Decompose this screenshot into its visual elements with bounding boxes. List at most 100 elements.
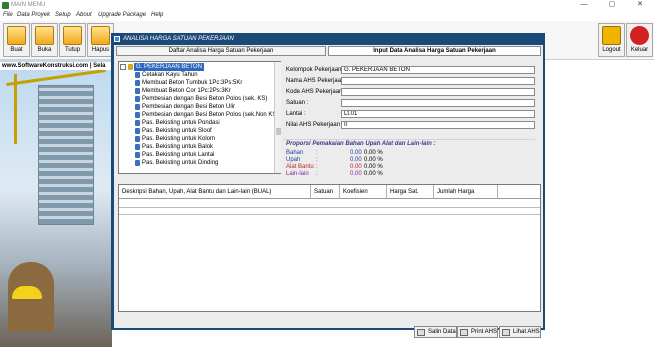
table-row[interactable] <box>119 207 540 215</box>
item-icon <box>135 112 140 118</box>
app-title-bar: MAIN MENU — ▢ ✕ <box>0 0 654 11</box>
tree-item-label: Membuat Beton Tumbuk 1Pc:3Ps:5Kr <box>142 80 243 86</box>
menu-upgrade-package[interactable]: Upgrade Package <box>98 12 146 18</box>
proporsi-label: Upah <box>286 157 301 163</box>
tutup-button[interactable]: Tutup <box>59 23 86 57</box>
logout-button[interactable]: Logout <box>598 23 625 57</box>
tree-item-label: Pas. Bekisting untuk Lantai <box>142 152 215 158</box>
tree-root-label: G. PEKERJAAN BETON <box>134 63 204 71</box>
bual-grid[interactable]: Deskripsi Bahan, Upah, Alat Bantu dan La… <box>118 184 541 312</box>
kelompok-field[interactable]: G. PEKERJAAN BETON <box>341 66 535 74</box>
tree-item-label: Pas. Bekisting untuk Dinding <box>142 160 219 166</box>
item-icon <box>135 80 140 86</box>
restore-button[interactable]: ▢ <box>598 0 626 11</box>
col-deskripsi[interactable]: Deskripsi Bahan, Upah, Alat Bantu dan La… <box>119 185 311 199</box>
tree-item-label: Pas. Bekisting untuk Balok <box>142 144 214 150</box>
nilai-ahs-field: 0 <box>341 121 535 129</box>
proporsi-value: 0.00 <box>350 150 362 156</box>
website-banner: www.SoftwareKonstruksi.com | Sela <box>0 62 112 70</box>
col-satuan[interactable]: Satuan <box>311 185 340 199</box>
menu-help[interactable]: Help <box>151 12 163 18</box>
salin-data-button[interactable]: Salin Data <box>414 326 457 338</box>
tree-item-label: Pas. Bekisting untuk Sloof <box>142 128 212 134</box>
key-icon <box>602 26 621 45</box>
collapse-toggle-icon[interactable] <box>120 64 126 70</box>
kode-ahs-field[interactable] <box>341 88 535 96</box>
hapus-button[interactable]: Hapus <box>87 23 114 57</box>
ahs-tree[interactable]: G. PEKERJAAN BETON Cetakan Kayu Tahun Mem… <box>118 61 281 174</box>
menu-file[interactable]: File <box>3 12 13 18</box>
website-url: www.SoftwareKonstruksi.com <box>2 63 89 69</box>
tutup-label: Tutup <box>64 47 81 53</box>
salin-data-label: Salin Data <box>428 329 456 335</box>
lihat-ahs-button[interactable]: Lihat AHS <box>499 326 541 338</box>
item-icon <box>135 88 140 94</box>
buat-label: Buat <box>10 47 23 53</box>
printer-icon <box>460 329 468 336</box>
new-folder-icon <box>7 26 26 45</box>
lantai-field[interactable]: Lt.01 <box>341 110 535 118</box>
item-icon <box>135 152 140 158</box>
open-folder-icon <box>35 26 54 45</box>
tree-item-label: Pembesian dengan Besi Beton Ulir <box>142 104 236 110</box>
satuan-field[interactable] <box>341 99 535 107</box>
print-ahs-button[interactable]: Print AHS <box>457 326 499 338</box>
hapus-label: Hapus <box>91 47 110 53</box>
item-icon <box>135 104 140 110</box>
menu-setup[interactable]: Setup <box>55 12 71 18</box>
item-icon <box>135 136 140 142</box>
buat-button[interactable]: Buat <box>3 23 30 57</box>
proporsi-percent: 0.00 % <box>364 157 383 163</box>
grid-header: Deskripsi Bahan, Upah, Alat Bantu dan La… <box>119 185 540 199</box>
menu-data-proyek[interactable]: Data Proyek <box>17 12 50 18</box>
analisa-dialog: ANALISA HARGA SATUAN PEKERJAAN Daftar An… <box>111 33 545 338</box>
col-jumlah-harga[interactable]: Jumlah Harga <box>434 185 498 199</box>
proporsi-percent: 0.00 % <box>364 171 383 177</box>
crane-mast-shape <box>14 74 17 144</box>
tree-item-label: Pas. Bekisting untuk Pondasi <box>142 120 220 126</box>
proporsi-label: Lain-lain <box>286 171 309 177</box>
tree-scroll-thumb[interactable] <box>276 128 281 135</box>
close-folder-icon <box>63 26 82 45</box>
proporsi-value: 0.00 <box>350 171 362 177</box>
item-icon <box>135 160 140 166</box>
proporsi-separator: : <box>316 164 318 170</box>
nama-ahs-label: Nama AHS Pekerjaan : <box>286 78 348 84</box>
folder-icon <box>128 64 133 70</box>
app-title: MAIN MENU <box>11 2 46 8</box>
tab-daftar-analisa[interactable]: Daftar Analisa Harga Satuan Pekerjaan <box>116 46 326 56</box>
minimize-button[interactable]: — <box>570 0 598 11</box>
logout-label: Logout <box>602 47 621 53</box>
col-koefisien[interactable]: Koefisien <box>340 185 387 199</box>
col-harga-sat[interactable]: Harga Sat. <box>387 185 434 199</box>
buka-label: Buka <box>37 47 52 53</box>
building-shape <box>38 85 94 225</box>
close-window-button[interactable]: ✕ <box>626 0 654 11</box>
item-icon <box>135 96 140 102</box>
tab-input-data[interactable]: Input Data Analisa Harga Satuan Pekerjaa… <box>328 46 541 56</box>
tree-item-label: Membuat Beton Cor 1Pc:2Ps:3Kr <box>142 88 231 94</box>
kelompok-label: Kelompok Pekerjaan : <box>286 67 345 73</box>
power-icon <box>630 26 649 45</box>
tree-item-label: Pembesian dengan Besi Beton Polos (sek.N… <box>142 112 279 118</box>
item-icon <box>135 128 140 134</box>
tree-scrollbar[interactable] <box>274 62 281 173</box>
keluar-label: Keluar <box>630 47 649 53</box>
proporsi-percent: 0.00 % <box>364 150 383 156</box>
menu-about[interactable]: About <box>76 12 92 18</box>
app-logo-icon <box>2 2 9 9</box>
tree-item-label: Pas. Bekisting untuk Kolom <box>142 136 216 142</box>
proporsi-label: Bahan <box>286 150 304 156</box>
keluar-button[interactable]: Keluar <box>626 23 653 57</box>
kode-ahs-label: Kode AHS Pekerjaan : <box>286 89 346 95</box>
item-icon <box>135 120 140 126</box>
nilai-ahs-label: Nilai AHS Pekerjaan : <box>286 122 344 128</box>
proporsi-separator: : <box>316 171 318 177</box>
proporsi-label: Alat Bantu <box>286 164 314 170</box>
delete-folder-icon <box>91 26 110 45</box>
tree-item-label: Cetakan Kayu Tahun <box>142 72 198 78</box>
nama-ahs-field[interactable] <box>341 77 535 85</box>
buka-button[interactable]: Buka <box>31 23 58 57</box>
website-url-suffix: | Sela <box>89 63 106 69</box>
lihat-ahs-label: Lihat AHS <box>513 329 540 335</box>
